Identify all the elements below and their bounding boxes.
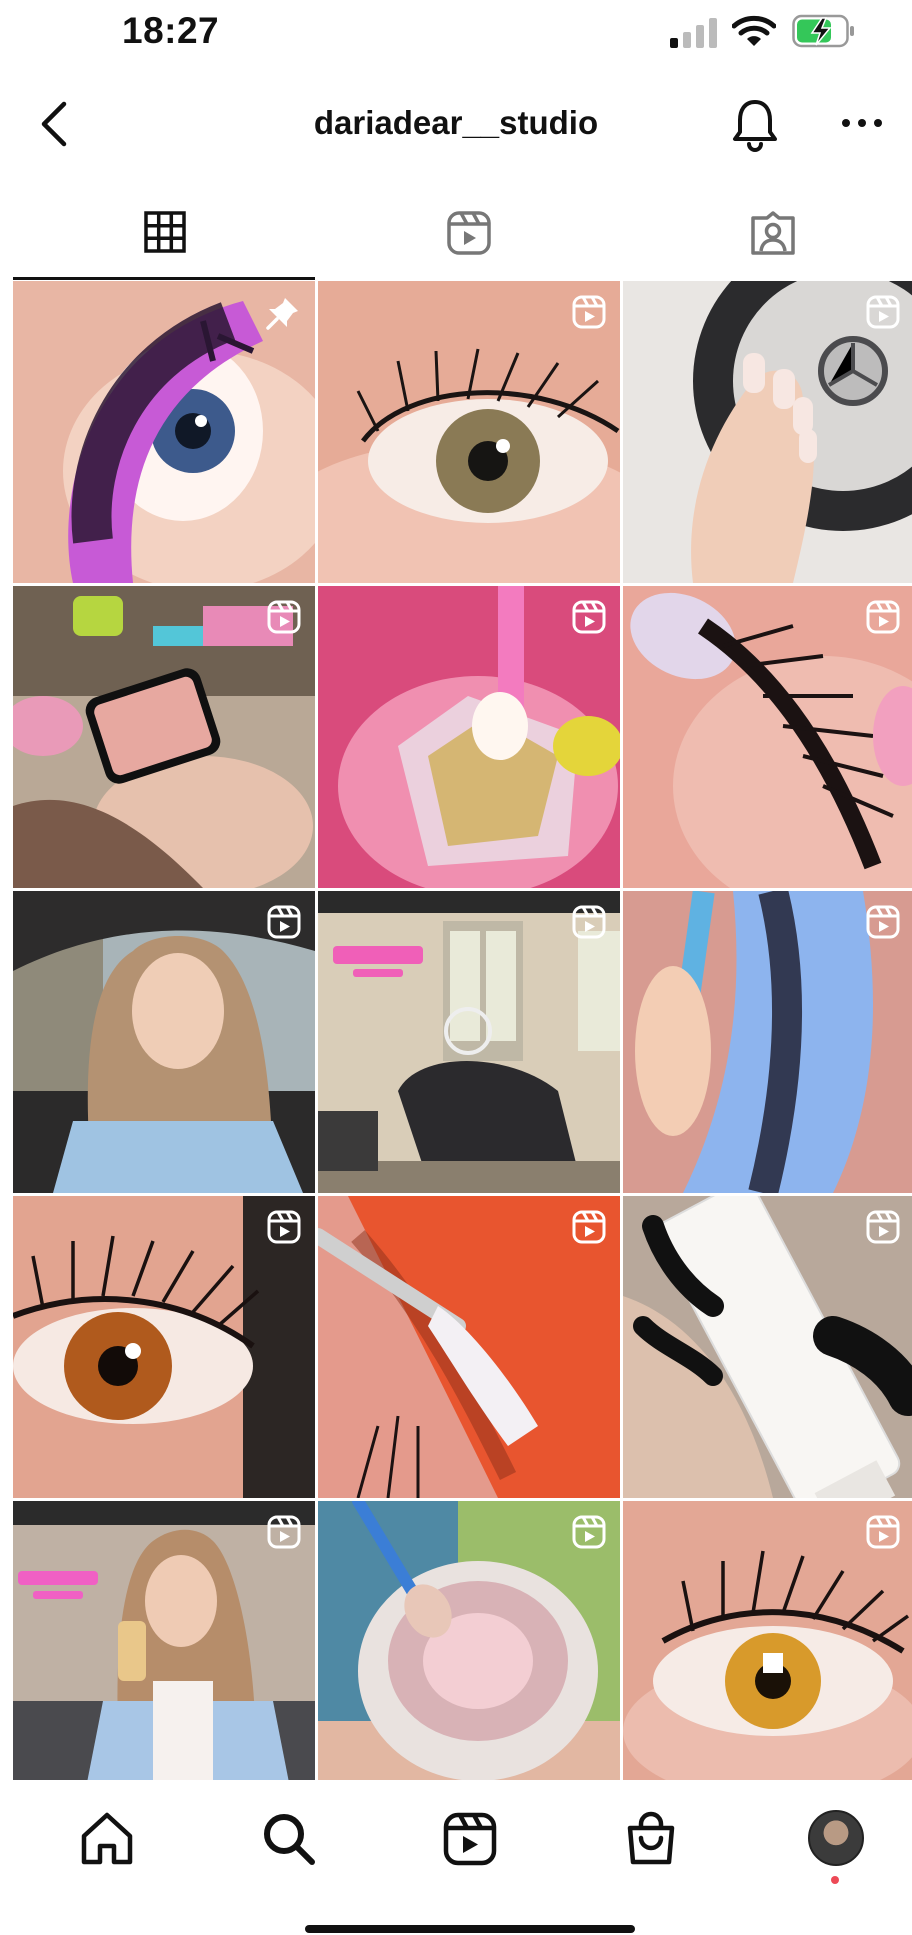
grid-icon	[144, 211, 186, 253]
profile-avatar[interactable]	[808, 1810, 864, 1866]
reel-indicator-icon	[866, 905, 900, 939]
post-thumbnail[interactable]	[623, 891, 912, 1193]
post-thumbnail[interactable]	[318, 281, 620, 583]
post-thumbnail[interactable]	[13, 1501, 315, 1780]
tagged-person-icon	[751, 211, 795, 255]
post-thumbnail[interactable]	[623, 281, 912, 583]
pinned-post-icon	[266, 298, 298, 330]
post-thumbnail[interactable]	[623, 1196, 912, 1498]
cellular-signal-icon	[670, 18, 717, 48]
post-thumbnail[interactable]	[13, 281, 315, 583]
reel-indicator-icon	[866, 1210, 900, 1244]
reels-icon	[447, 211, 491, 255]
reel-indicator-icon	[267, 600, 301, 634]
reel-indicator-icon	[267, 905, 301, 939]
reel-indicator-icon	[572, 1515, 606, 1549]
active-tab-indicator	[13, 277, 315, 280]
reel-indicator-icon	[572, 295, 606, 329]
post-thumbnail[interactable]	[13, 891, 315, 1193]
tab-reels[interactable]	[317, 196, 621, 278]
reels-icon[interactable]	[441, 1810, 499, 1868]
reel-indicator-icon	[866, 1515, 900, 1549]
tab-tagged[interactable]	[621, 196, 912, 278]
reel-indicator-icon	[267, 1515, 301, 1549]
status-bar: 18:27	[0, 0, 912, 70]
post-thumbnail[interactable]	[13, 586, 315, 888]
reel-indicator-icon	[572, 905, 606, 939]
post-thumbnail[interactable]	[318, 1196, 620, 1498]
reel-indicator-icon	[572, 1210, 606, 1244]
wifi-icon	[732, 15, 776, 46]
reel-indicator-icon	[866, 600, 900, 634]
post-thumbnail[interactable]	[318, 891, 620, 1193]
home-icon[interactable]	[78, 1810, 136, 1868]
reel-indicator-icon	[267, 1210, 301, 1244]
status-time: 18:27	[122, 10, 220, 51]
post-thumbnail[interactable]	[318, 1501, 620, 1780]
home-indicator	[305, 1925, 635, 1933]
profile-tabs	[0, 196, 912, 278]
reel-indicator-icon	[572, 600, 606, 634]
post-thumbnail[interactable]	[318, 586, 620, 888]
post-thumbnail[interactable]	[623, 1501, 912, 1780]
reel-indicator-icon	[866, 295, 900, 329]
shop-icon[interactable]	[622, 1810, 680, 1868]
post-thumbnail[interactable]	[13, 1196, 315, 1498]
tab-grid[interactable]	[13, 196, 317, 278]
bottom-navigation	[0, 1780, 912, 1935]
profile-header: dariadear__studio	[0, 88, 912, 164]
notification-bell-icon[interactable]	[732, 96, 778, 152]
notification-dot	[831, 1876, 839, 1884]
battery-charging-icon	[792, 14, 854, 48]
more-options-icon[interactable]	[838, 108, 886, 138]
post-thumbnail[interactable]	[623, 586, 912, 888]
search-icon[interactable]	[260, 1810, 318, 1868]
post-grid	[13, 281, 912, 1780]
